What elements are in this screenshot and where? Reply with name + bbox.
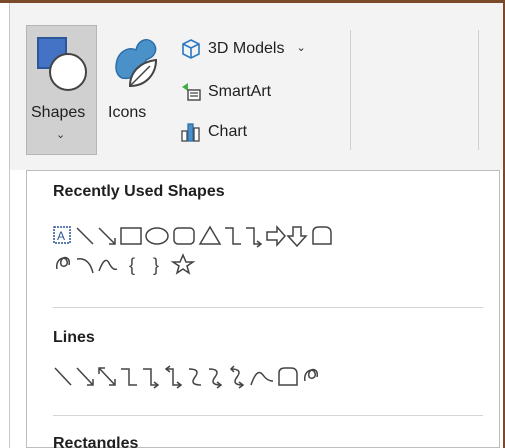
group-separator bbox=[478, 30, 479, 150]
triangle-shape-icon[interactable] bbox=[198, 225, 222, 245]
down-arrow-shape-icon[interactable] bbox=[286, 226, 308, 248]
chevron-down-icon: ⌄ bbox=[56, 129, 66, 141]
chart-icon bbox=[181, 123, 200, 142]
shapes-button[interactable]: Shapes ⌄ bbox=[26, 25, 97, 155]
text-box-shape-icon[interactable]: A bbox=[53, 226, 71, 244]
recently-used-heading: Recently Used Shapes bbox=[53, 183, 225, 200]
left-brace-shape-icon[interactable]: { bbox=[129, 255, 135, 275]
elbow-arrow-connector-shape-icon[interactable] bbox=[143, 368, 160, 389]
rectangles-heading: Rectangles bbox=[53, 435, 139, 448]
freeform-scribble-shape-icon[interactable] bbox=[56, 256, 71, 270]
3d-models-button[interactable]: 3D Models ⌄ bbox=[180, 37, 306, 61]
elbow-connector-shape-icon[interactable] bbox=[225, 227, 241, 245]
right-brace-shape-icon[interactable]: } bbox=[153, 255, 159, 275]
shapes-icon bbox=[37, 37, 87, 91]
rectangle-shape-icon[interactable] bbox=[120, 227, 142, 245]
line-double-arrow-shape-icon[interactable] bbox=[98, 367, 116, 386]
rounded-rectangle-shape-icon[interactable] bbox=[173, 227, 195, 245]
elbow-double-arrow-connector-shape-icon[interactable] bbox=[164, 365, 183, 389]
lines-heading: Lines bbox=[53, 329, 95, 346]
3d-models-label: 3D Models bbox=[208, 40, 285, 57]
chevron-down-icon: ⌄ bbox=[296, 41, 306, 54]
shapes-gallery-dropdown: Recently Used Shapes A { } Lines Rectang… bbox=[26, 170, 500, 448]
oval-shape-icon[interactable] bbox=[145, 227, 169, 245]
chart-button[interactable]: Chart bbox=[180, 120, 247, 144]
shapes-label: Shapes bbox=[31, 104, 86, 121]
ribbon-left-edge bbox=[0, 3, 10, 448]
line-arrow-shape-icon[interactable] bbox=[76, 367, 94, 386]
smartart-label: SmartArt bbox=[208, 83, 272, 100]
cube-icon bbox=[182, 39, 200, 59]
lines-shapes-row bbox=[53, 363, 493, 391]
curved-double-arrow-connector-shape-icon[interactable] bbox=[229, 365, 245, 389]
smartart-button[interactable]: SmartArt bbox=[180, 80, 271, 104]
arrow-line-shape-icon[interactable] bbox=[98, 227, 116, 245]
curve-shape-icon[interactable] bbox=[250, 371, 274, 386]
elbow-connector-shape-icon[interactable] bbox=[121, 368, 137, 386]
right-arrow-shape-icon[interactable] bbox=[266, 225, 287, 247]
line-shape-icon[interactable] bbox=[54, 367, 72, 386]
chart-label: Chart bbox=[208, 123, 248, 140]
icons-label: Icons bbox=[108, 104, 147, 121]
curved-connector-shape-icon[interactable] bbox=[188, 368, 202, 386]
arc-shape-icon[interactable] bbox=[76, 258, 94, 274]
line-shape-icon[interactable] bbox=[76, 227, 94, 245]
scribble-shape-icon[interactable] bbox=[304, 368, 319, 382]
recently-used-shapes-row-2: { } bbox=[53, 251, 273, 277]
smartart-icon bbox=[182, 83, 201, 101]
svg-text:A: A bbox=[57, 229, 65, 243]
flowchart-document-shape-icon[interactable] bbox=[312, 226, 332, 245]
icons-icon bbox=[115, 39, 158, 88]
curve-shape-icon[interactable] bbox=[98, 259, 118, 272]
icons-button[interactable]: Icons bbox=[104, 30, 168, 150]
curved-arrow-connector-shape-icon[interactable] bbox=[208, 368, 223, 389]
star-shape-icon[interactable] bbox=[170, 253, 196, 275]
section-divider bbox=[53, 415, 483, 416]
recently-used-shapes-row: A bbox=[53, 223, 473, 249]
freeform-shape-icon[interactable] bbox=[278, 367, 298, 386]
elbow-arrow-connector-shape-icon[interactable] bbox=[246, 227, 263, 248]
group-separator bbox=[350, 30, 351, 150]
section-divider bbox=[53, 307, 483, 308]
